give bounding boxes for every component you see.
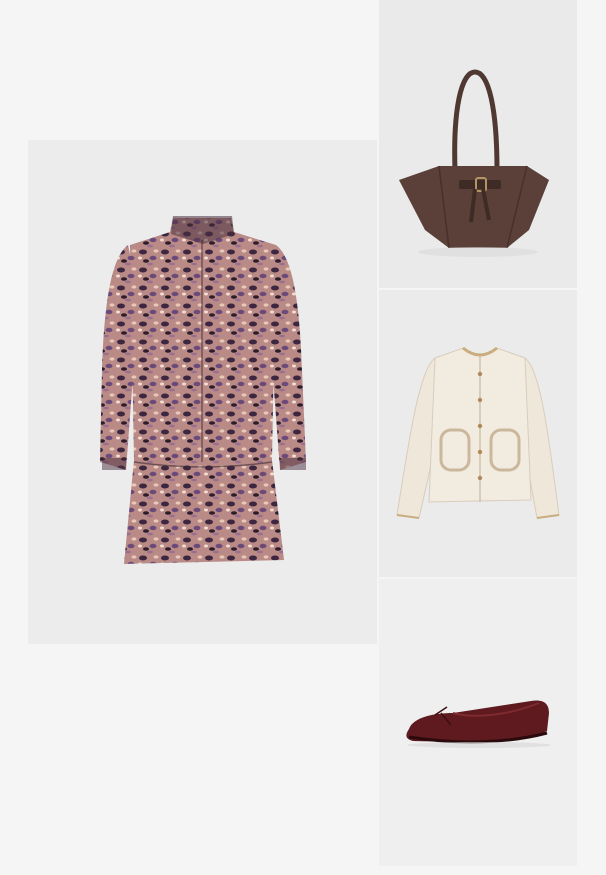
tote-bag-product-tile[interactable]	[379, 0, 577, 288]
quilted-jacket-image	[396, 346, 560, 519]
ballet-flat-image	[406, 700, 551, 748]
jacket-product-tile[interactable]	[379, 290, 577, 577]
dress-product-tile[interactable]	[28, 140, 377, 644]
print-dress-image	[100, 216, 306, 564]
ballet-flat-product-tile[interactable]	[379, 579, 577, 866]
tote-bag-image	[399, 69, 549, 257]
